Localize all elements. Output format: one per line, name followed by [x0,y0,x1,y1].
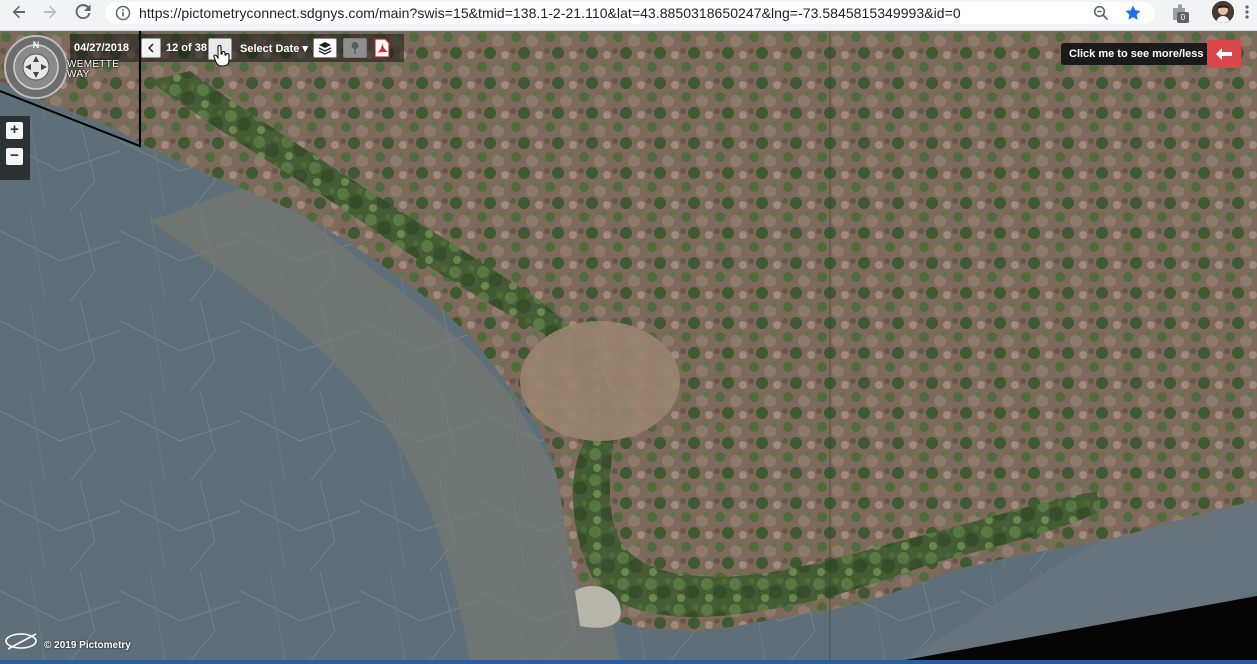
menu-icon[interactable] [1244,4,1250,20]
reload-button[interactable] [72,1,94,23]
extension-badge: 0 [1177,12,1189,23]
info-icon[interactable] [115,5,131,21]
back-icon [12,5,25,19]
layers-icon [318,42,332,55]
more-less-tooltip: Click me to see more/less [1061,43,1218,65]
hand-cursor-icon [213,45,230,67]
layers-button[interactable] [313,38,337,58]
select-date-dropdown[interactable]: Select Date ▾ [240,42,308,55]
url-text[interactable]: https://pictometryconnect.sdgnys.com/mai… [139,5,961,21]
address-bar[interactable]: https://pictometryconnect.sdgnys.com/mai… [105,2,1155,24]
aerial-map[interactable] [0,31,1257,660]
avatar[interactable] [1212,1,1234,23]
pictometry-logo-icon [5,633,37,650]
forward-button[interactable] [39,1,61,23]
reload-icon [75,4,91,20]
chevron-left-icon [147,43,154,53]
caret-down-icon: ▾ [302,43,308,55]
back-button[interactable] [8,1,30,23]
arrow-left-icon [1216,48,1232,60]
image-counter: 12 of 38 [166,42,207,54]
pdf-export-button[interactable] [371,37,393,59]
browser-toolbar: https://pictometryconnect.sdgnys.com/mai… [0,0,1257,31]
capture-date: 04/27/2018 [74,42,130,54]
zoom-icon[interactable] [1093,5,1109,21]
previous-image-button[interactable] [141,38,161,58]
compass-icon[interactable]: N [3,34,69,100]
pdf-icon [374,38,390,58]
more-less-button[interactable] [1207,40,1241,68]
street-label: WEMETTE WAY [67,59,120,80]
star-icon[interactable] [1124,4,1142,22]
pin-button[interactable] [343,38,367,58]
forward-icon [44,5,57,19]
zoom-in-button[interactable]: + [6,122,23,139]
pin-icon [351,42,359,54]
zoom-out-button[interactable]: − [6,148,23,165]
window-bottom-border [0,660,1257,664]
compass-north-label: N [33,40,40,50]
aerial-imagery [0,31,1257,660]
copyright-text: © 2019 Pictometry [44,640,131,651]
